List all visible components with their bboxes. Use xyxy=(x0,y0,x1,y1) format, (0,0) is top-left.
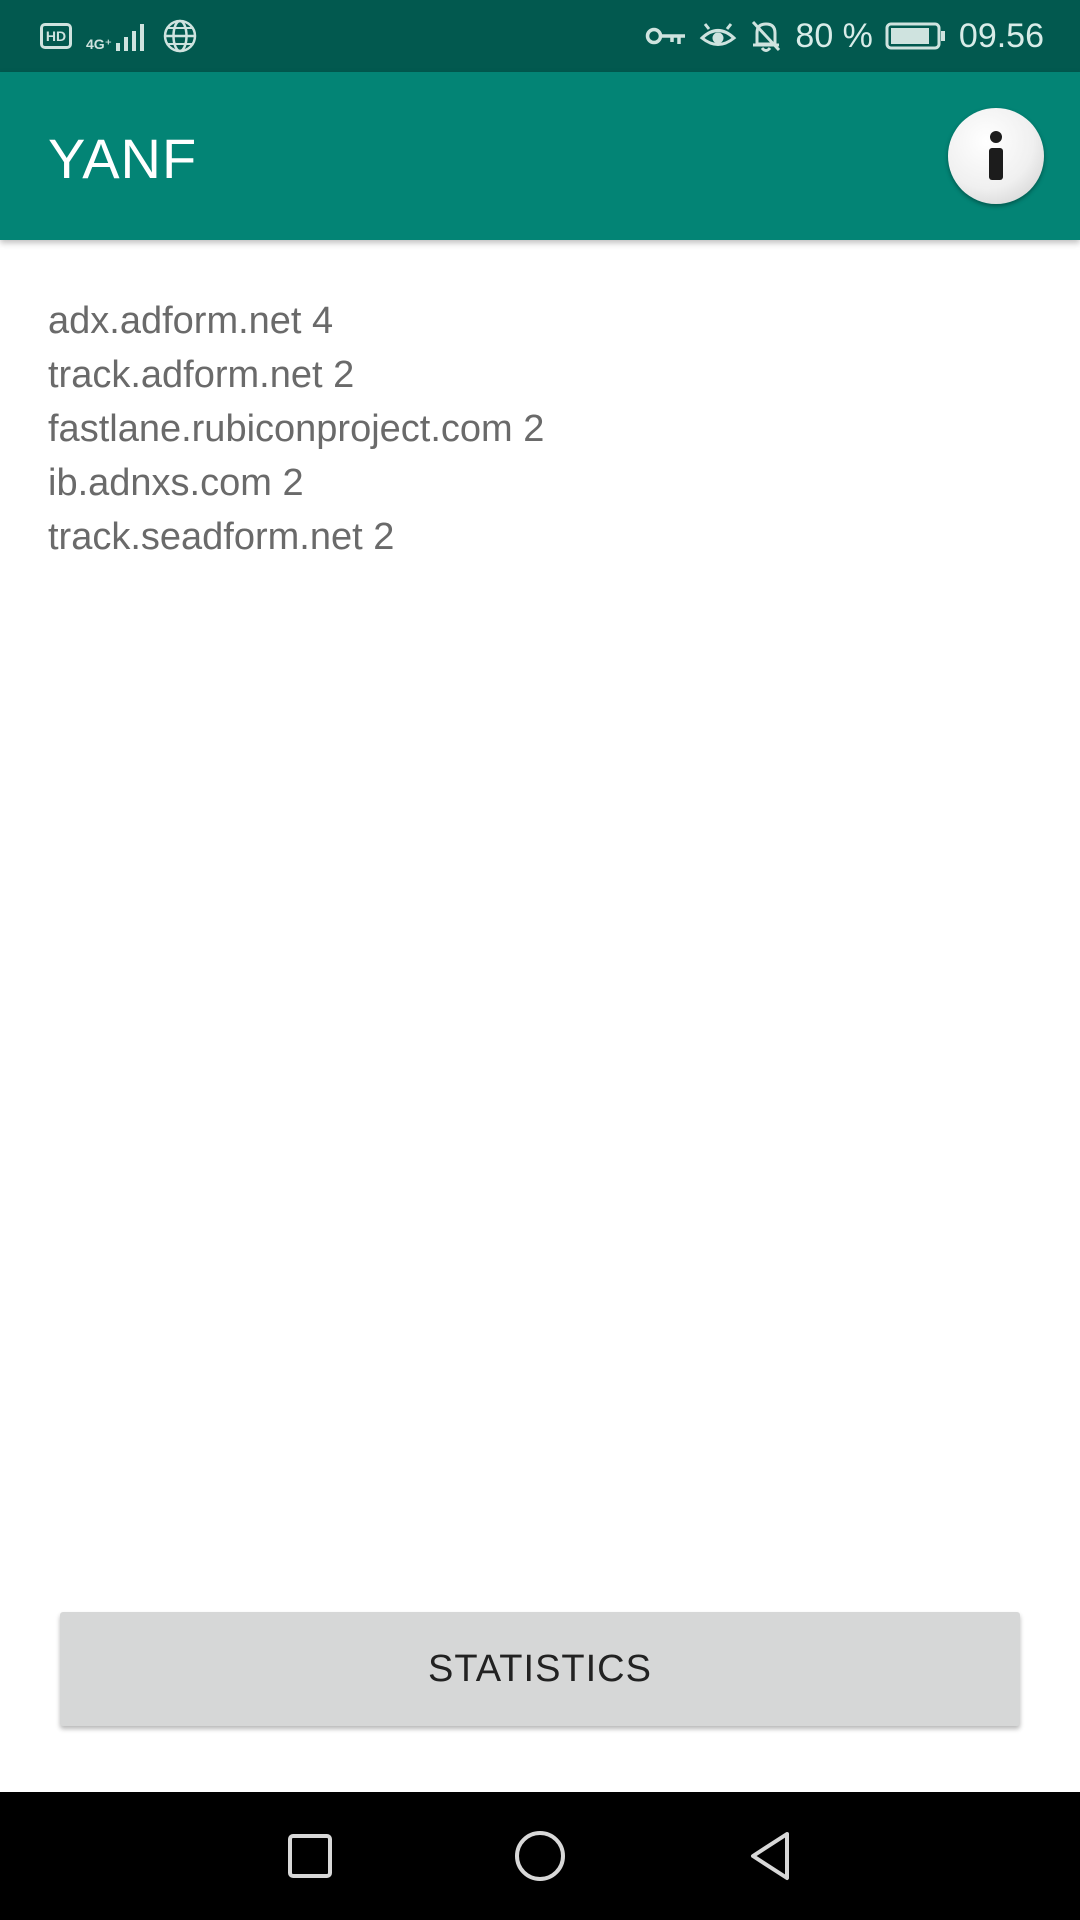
home-icon xyxy=(515,1831,565,1881)
back-button[interactable] xyxy=(730,1816,810,1896)
signal-icon: 4G⁺ xyxy=(86,21,148,51)
clock: 09.56 xyxy=(958,16,1044,55)
recents-button[interactable] xyxy=(270,1816,350,1896)
battery-percent: 80 % xyxy=(795,16,873,55)
back-icon xyxy=(751,1832,789,1880)
list-item: ib.adnxs.com 2 xyxy=(48,462,304,504)
globe-icon xyxy=(163,19,197,53)
home-button[interactable] xyxy=(500,1816,580,1896)
info-icon xyxy=(989,131,1003,180)
app-bar: YANF xyxy=(0,72,1080,240)
bell-off-icon xyxy=(752,20,781,52)
list-item: fastlane.rubiconproject.com 2 xyxy=(48,408,545,450)
eye-icon xyxy=(700,23,737,46)
network-label: 4G⁺ xyxy=(86,36,113,52)
domain-list: adx.adform.net 4 track.adform.net 2 fast… xyxy=(48,294,1032,564)
recents-icon xyxy=(288,1834,332,1878)
list-item: track.seadform.net 2 xyxy=(48,516,395,558)
statistics-button[interactable]: STATISTICS xyxy=(60,1612,1020,1726)
hd-label: HD xyxy=(45,28,67,44)
status-bar: HD 4G⁺ 80 % 09.56 xyxy=(0,0,1080,72)
list-item: adx.adform.net 4 xyxy=(48,300,334,342)
battery-icon xyxy=(885,22,945,50)
key-icon xyxy=(646,27,686,45)
app-title: YANF xyxy=(48,127,198,190)
hd-icon: HD xyxy=(40,23,72,49)
info-button[interactable] xyxy=(948,108,1044,204)
status-bar-right: 80 % 09.56 xyxy=(645,17,1044,56)
navigation-bar xyxy=(0,1792,1080,1920)
list-item: track.adform.net 2 xyxy=(48,354,355,396)
status-bar-left: HD 4G⁺ xyxy=(40,18,198,54)
